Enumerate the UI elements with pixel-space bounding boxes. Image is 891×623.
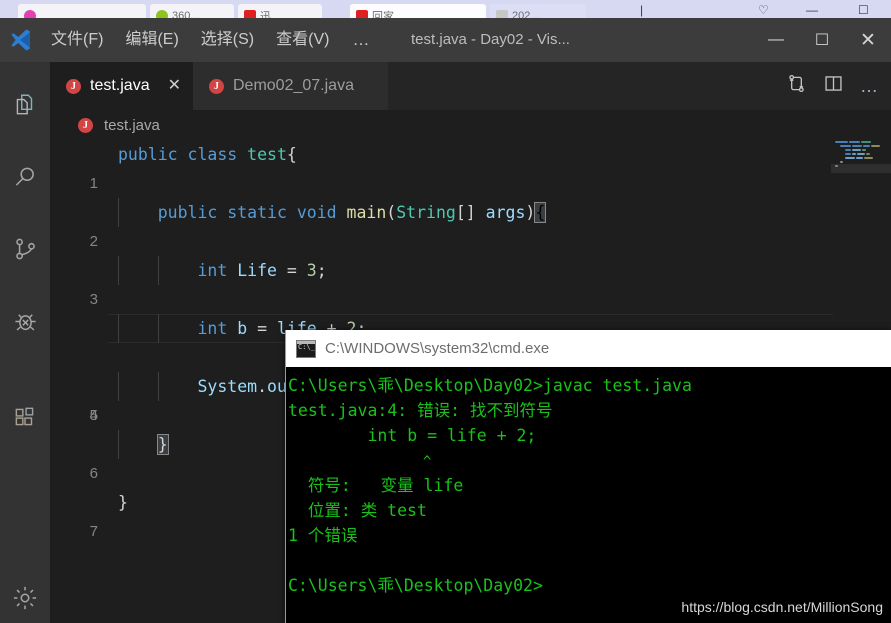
browser-favorites-icon[interactable]: ♡ <box>758 3 769 17</box>
close-button[interactable]: ✕ <box>845 18 891 62</box>
cmd-line: test.java:4: 错误: 找不到符号 <box>288 401 553 420</box>
cmd-line: C:\Users\乖\Desktop\Day02>javac test.java <box>288 376 692 395</box>
minimize-button[interactable]: — <box>753 18 799 62</box>
line-number: 1 <box>50 169 98 198</box>
java-file-icon: J <box>209 79 224 94</box>
breadcrumb-item-file[interactable]: test.java <box>104 117 160 134</box>
browser-minimize-button[interactable]: — <box>806 3 818 17</box>
cmd-line: 位置: 类 test <box>288 501 427 520</box>
line-number: 2 <box>50 227 98 256</box>
explorer-icon[interactable] <box>0 80 50 130</box>
menu-file[interactable]: 文件(F) <box>40 18 114 62</box>
breadcrumb: J test.java <box>50 110 891 140</box>
tab-demo02-07-java[interactable]: J Demo02_07.java <box>193 62 388 110</box>
code-line[interactable]: 3 int Life = 3; <box>50 256 891 285</box>
settings-gear-icon[interactable] <box>0 573 50 623</box>
window-controls: — ☐ ✕ <box>753 18 891 62</box>
tab-label: test.java <box>90 77 150 95</box>
watermark-text: https://blog.csdn.net/MillionSong <box>681 599 883 615</box>
cmd-line: C:\Users\乖\Desktop\Day02> <box>288 576 543 595</box>
tab-close-icon[interactable]: ✕ <box>168 78 181 94</box>
editor-tab-actions: … <box>786 62 891 110</box>
search-icon[interactable] <box>0 152 50 202</box>
cmd-line: 1 个错误 <box>288 526 357 545</box>
source-control-icon[interactable] <box>0 224 50 274</box>
cmd-line: 符号: 变量 life <box>288 476 463 495</box>
line-number: 6 <box>50 459 98 488</box>
menu-selection[interactable]: 选择(S) <box>190 18 265 62</box>
cmd-title-text: C:\WINDOWS\system32\cmd.exe <box>325 340 549 357</box>
menu-overflow[interactable]: … <box>340 18 382 62</box>
code-line-text: } <box>118 488 128 517</box>
activity-bar-bottom <box>0 573 50 623</box>
editor-tabbar: J test.java ✕ J Demo02_07.java <box>50 62 891 110</box>
cmd-line: ^ <box>288 454 431 470</box>
code-line-text: } <box>118 430 168 459</box>
menu-edit[interactable]: 编辑(E) <box>114 18 189 62</box>
code-line[interactable]: 2 public static void main(String[] args)… <box>50 198 891 227</box>
minimap-slider[interactable] <box>831 164 891 173</box>
vscode-logo-icon <box>0 27 40 53</box>
maximize-button[interactable]: ☐ <box>799 18 845 62</box>
browser-maximize-button[interactable]: ☐ <box>858 3 869 17</box>
cmd-console-output[interactable]: C:\Users\乖\Desktop\Day02>javac test.java… <box>286 367 891 623</box>
editor-minimap[interactable] <box>831 140 891 206</box>
line-number: 5 <box>50 401 98 430</box>
code-line-text: public class test{ <box>118 140 297 169</box>
vscode-titlebar: 文件(F) 编辑(E) 选择(S) 查看(V) … test.java - Da… <box>0 18 891 62</box>
split-editor-icon[interactable] <box>823 73 844 99</box>
run-debug-icon[interactable] <box>0 296 50 346</box>
cmd-line: int b = life + 2; <box>288 426 536 445</box>
cmd-console-icon <box>296 340 316 358</box>
tab-test-java[interactable]: J test.java ✕ <box>50 62 193 110</box>
java-file-icon: J <box>66 79 81 94</box>
compare-changes-icon[interactable] <box>786 73 807 99</box>
browser-newtab-button[interactable]: | <box>640 3 643 17</box>
menu-view[interactable]: 查看(V) <box>265 18 340 62</box>
cmd-window[interactable]: C:\WINDOWS\system32\cmd.exe C:\Users\乖\D… <box>285 330 891 623</box>
more-actions-icon[interactable]: … <box>860 80 879 92</box>
code-line-text: public static void main(String[] args){ <box>118 198 545 227</box>
extensions-icon[interactable] <box>0 392 50 442</box>
code-line-text: int Life = 3; <box>118 256 327 285</box>
tab-label: Demo02_07.java <box>233 77 354 95</box>
activity-bar <box>0 62 50 623</box>
cmd-titlebar[interactable]: C:\WINDOWS\system32\cmd.exe <box>286 330 891 368</box>
line-number: 3 <box>50 285 98 314</box>
java-file-icon: J <box>78 118 93 133</box>
code-line[interactable]: 1 public class test{ <box>50 140 891 169</box>
line-number: 7 <box>50 517 98 546</box>
